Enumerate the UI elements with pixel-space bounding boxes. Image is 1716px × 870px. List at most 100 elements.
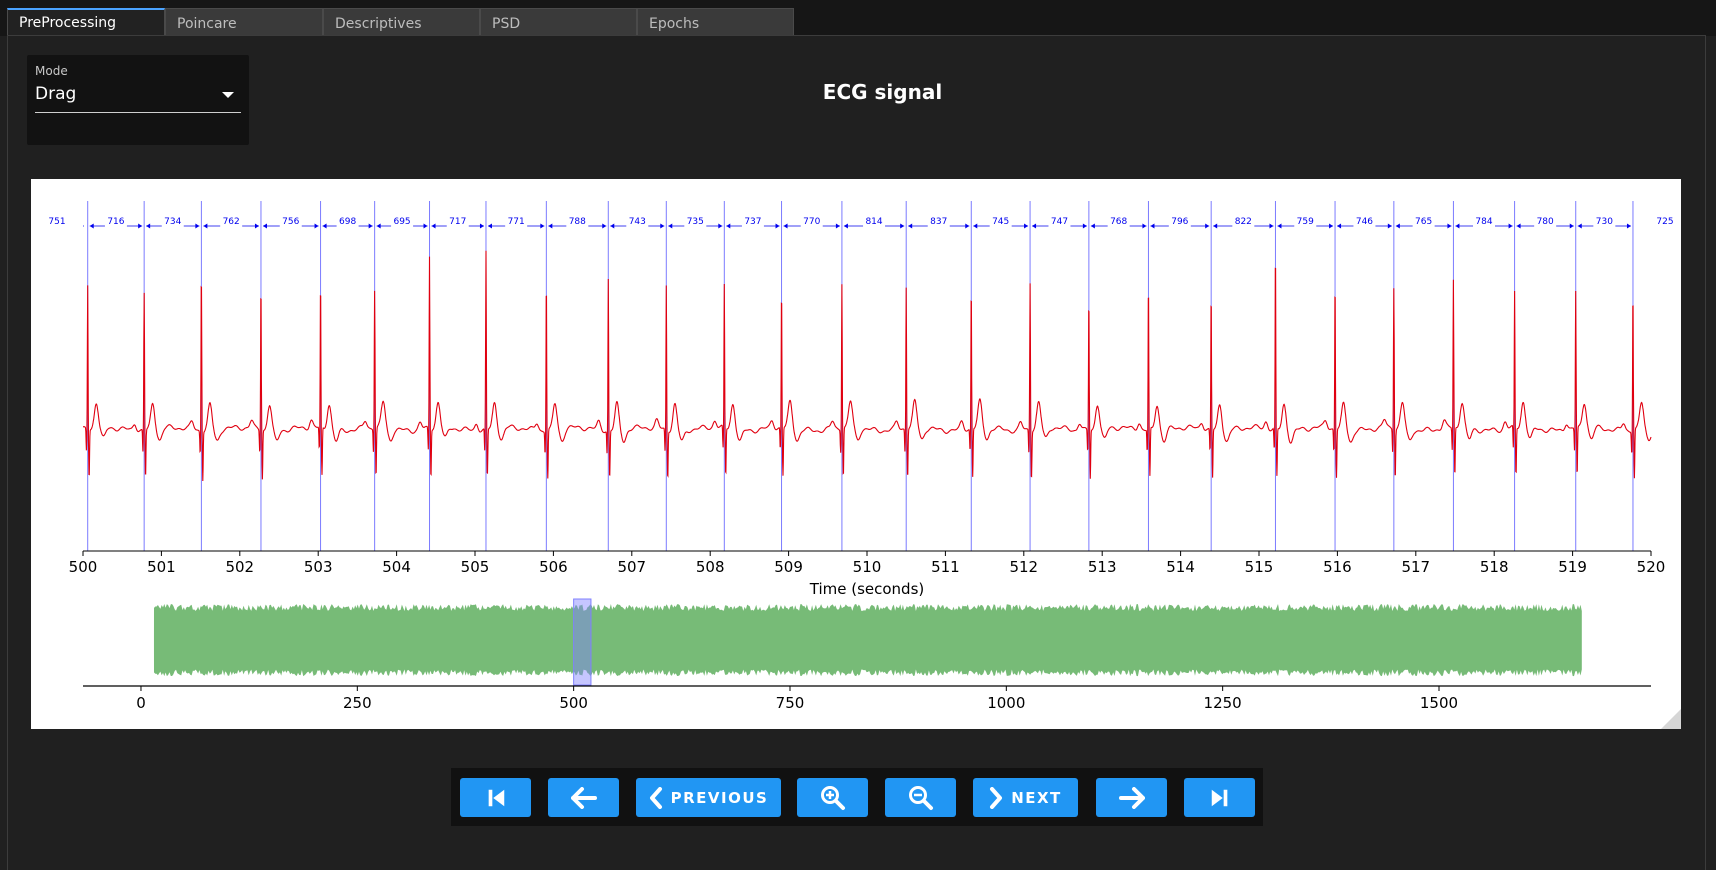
x-tick-label: 505	[461, 558, 490, 576]
rr-arrow-head	[431, 223, 436, 229]
mode-underline	[35, 112, 241, 113]
rr-arrow-head	[1455, 223, 1460, 229]
tab-descriptives[interactable]: Descriptives	[323, 8, 480, 36]
overview-tick-label: 1250	[1204, 694, 1242, 712]
rr-arrow-head	[726, 223, 731, 229]
x-tick-label: 518	[1480, 558, 1509, 576]
rr-interval-label: 796	[1171, 217, 1188, 227]
tab-label: Epochs	[649, 16, 700, 32]
rr-arrow-head	[138, 223, 143, 229]
rr-arrow-head	[1205, 223, 1210, 229]
overview-tick-label: 500	[559, 694, 588, 712]
rr-arrow-head	[1082, 223, 1087, 229]
rr-interval-label: 695	[393, 217, 410, 227]
tab-label: PreProcessing	[19, 15, 117, 31]
rr-interval-label: 762	[223, 217, 240, 227]
navigation-controls: PREVIOUS NEXT	[451, 768, 1263, 826]
rr-arrow-head	[973, 223, 978, 229]
rr-arrow-head	[1387, 223, 1392, 229]
rr-arrow-head	[1577, 223, 1582, 229]
rr-interval-label: 756	[282, 217, 299, 227]
rr-interval-label: 747	[1051, 217, 1068, 227]
rr-arrow-head	[602, 223, 607, 229]
rr-arrow-head	[1395, 223, 1400, 229]
arrow-right-icon	[1118, 786, 1145, 809]
zoom-in-icon	[820, 785, 845, 810]
rr-interval-label: 822	[1235, 217, 1252, 227]
rr-interval-label: 716	[107, 217, 124, 227]
rr-arrow-head	[368, 223, 373, 229]
rr-arrow-head	[1329, 223, 1334, 229]
panel-border	[7, 35, 1706, 36]
tab-epochs[interactable]: Epochs	[637, 8, 794, 36]
ecg-plot[interactable]: 751 716 734 762 756 698 695 717 771 788 743 735 737 7…	[31, 179, 1681, 729]
rr-arrow-head	[1269, 223, 1274, 229]
rr-arrow-head	[1516, 223, 1521, 229]
chevron-right-icon	[990, 786, 1003, 809]
rr-arrow-head	[1626, 223, 1631, 229]
x-tick-label: 514	[1166, 558, 1195, 576]
rr-arrow-head	[1150, 223, 1155, 229]
next-button[interactable]: NEXT	[973, 778, 1078, 817]
rr-arrow-head	[203, 223, 208, 229]
x-tick-label: 501	[147, 558, 176, 576]
x-tick-label: 503	[304, 558, 333, 576]
overview-tick-label: 1500	[1420, 694, 1458, 712]
rr-arrow-head	[1337, 223, 1342, 229]
first-button[interactable]	[460, 778, 531, 817]
rr-arrow-head	[548, 223, 553, 229]
overview-selection-window[interactable]	[573, 598, 592, 686]
x-tick-label: 511	[931, 558, 960, 576]
rr-interval-label: 751	[48, 217, 65, 227]
rr-arrow-head	[965, 223, 970, 229]
tab-label: PSD	[492, 16, 521, 32]
tab-label: Poincare	[177, 16, 237, 32]
rr-interval-label: 837	[930, 217, 947, 227]
rr-arrow-head	[479, 223, 484, 229]
rr-arrow-head	[1142, 223, 1147, 229]
rr-arrow-head	[487, 223, 492, 229]
rr-arrow-head	[423, 223, 428, 229]
rr-arrow-head	[668, 223, 673, 229]
x-tick-label: 516	[1323, 558, 1352, 576]
rr-interval-label: 768	[1110, 217, 1127, 227]
rr-arrow-head	[610, 223, 615, 229]
rr-arrow-head	[660, 223, 665, 229]
zoom-out-icon	[908, 785, 933, 810]
rr-arrow-head	[835, 223, 840, 229]
x-tick-label: 510	[853, 558, 882, 576]
chevron-left-icon	[649, 786, 662, 809]
rr-interval-label: 788	[569, 217, 586, 227]
rr-arrow-head	[314, 223, 319, 229]
rr-arrow-head	[1024, 223, 1029, 229]
back-button[interactable]	[548, 778, 619, 817]
x-tick-label: 502	[225, 558, 254, 576]
rr-interval-label: 725	[1656, 217, 1673, 227]
rr-interval-label: 698	[339, 217, 356, 227]
previous-button[interactable]: PREVIOUS	[636, 778, 781, 817]
x-tick-label: 508	[696, 558, 725, 576]
arrow-left-icon	[570, 786, 597, 809]
forward-button[interactable]	[1096, 778, 1167, 817]
rr-arrow-head	[322, 223, 327, 229]
rr-arrow-head	[1508, 223, 1513, 229]
rr-arrow-head	[1569, 223, 1574, 229]
tab-psd[interactable]: PSD	[480, 8, 637, 36]
zoom-out-button[interactable]	[885, 778, 956, 817]
zoom-in-button[interactable]	[797, 778, 868, 817]
rr-arrow-head	[254, 223, 259, 229]
rr-arrow-head	[843, 223, 848, 229]
tab-preprocessing[interactable]: PreProcessing	[7, 8, 165, 36]
rr-arrow-head	[262, 223, 267, 229]
rr-interval-label: 730	[1596, 217, 1613, 227]
resize-handle[interactable]	[1661, 709, 1681, 729]
next-label: NEXT	[1011, 788, 1062, 807]
rr-interval-label: 765	[1415, 217, 1432, 227]
rr-arrow-head	[900, 223, 905, 229]
rr-interval-label: 771	[508, 217, 525, 227]
last-button[interactable]	[1184, 778, 1255, 817]
rr-arrow-head	[1447, 223, 1452, 229]
rr-interval-label: 759	[1297, 217, 1314, 227]
ecg-chart-svg[interactable]: 751 716 734 762 756 698 695 717 771 788 743 735 737 7…	[31, 179, 1681, 729]
tab-poincare[interactable]: Poincare	[165, 8, 323, 36]
